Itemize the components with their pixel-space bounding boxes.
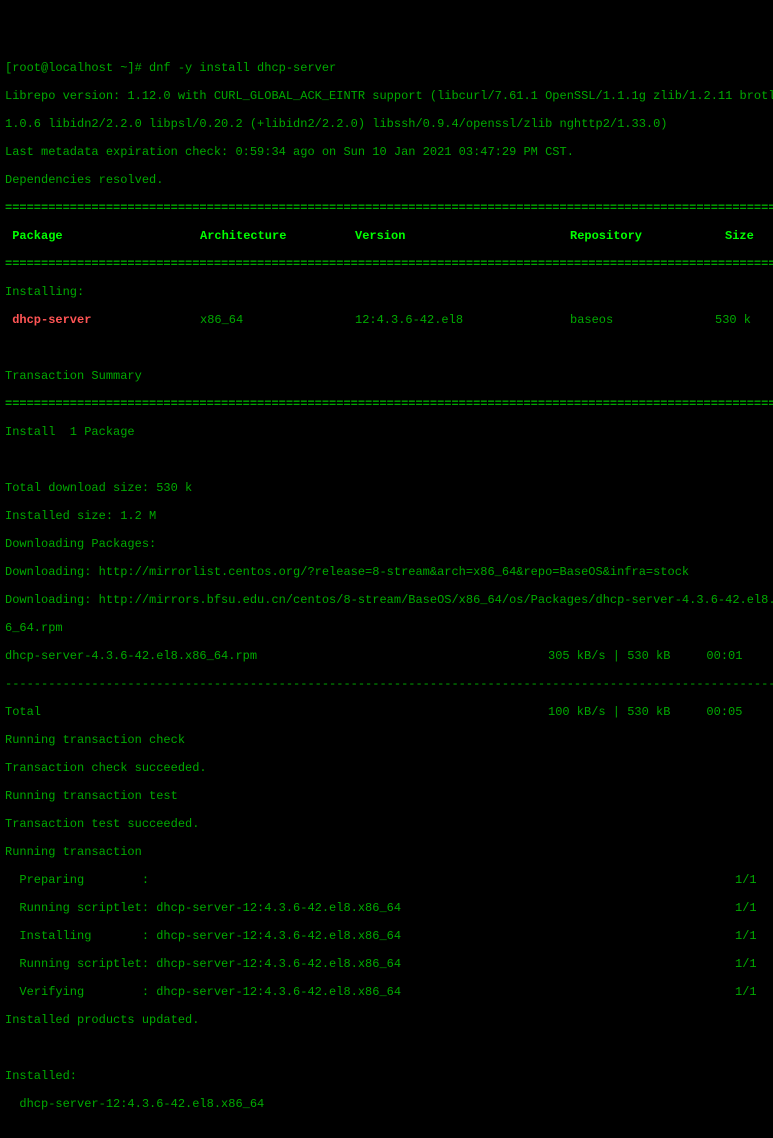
separator: ========================================…: [5, 397, 768, 411]
dl-packages: Downloading Packages:: [5, 537, 768, 551]
progress: 1/1: [735, 929, 757, 943]
dashed-separator: ----------------------------------------…: [5, 677, 768, 691]
progress: 1/1: [735, 901, 757, 915]
rpm-name: dhcp-server-4.3.6-42.el8.x86_64.rpm: [5, 649, 548, 663]
dl-size: Total download size: 530 k: [5, 481, 768, 495]
installed-pkg: dhcp-server-12:4.3.6-42.el8.x86_64: [5, 1097, 768, 1111]
verifying-row: Verifying : dhcp-server-12:4.3.6-42.el8.…: [5, 985, 768, 999]
pkg-repo: baseos: [570, 313, 715, 327]
hdr-version: Version: [355, 229, 570, 243]
pkg-version: 12:4.3.6-42.el8: [355, 313, 570, 327]
total-speed: 100 kB/s | 530 kB 00:05: [548, 705, 742, 719]
hdr-package: Package: [5, 229, 200, 243]
products-updated: Installed products updated.: [5, 1013, 768, 1027]
installing-label: Installing:: [5, 285, 768, 299]
total-label: Total: [5, 705, 548, 719]
preparing: Preparing :: [5, 873, 735, 887]
pkg-name: dhcp-server: [5, 313, 200, 327]
scriptlet-row-2: Running scriptlet: dhcp-server-12:4.3.6-…: [5, 957, 768, 971]
blank: [5, 341, 768, 355]
librepo-line-1: Librepo version: 1.12.0 with CURL_GLOBAL…: [5, 89, 768, 103]
run-txn: Running transaction: [5, 845, 768, 859]
installed-label: Installed:: [5, 1069, 768, 1083]
table-header: PackageArchitectureVersionRepositorySize: [5, 229, 768, 243]
dl-url-3: 6_64.rpm: [5, 621, 768, 635]
preparing-row: Preparing :1/1: [5, 873, 768, 887]
hdr-repo: Repository: [570, 229, 725, 243]
metadata-line: Last metadata expiration check: 0:59:34 …: [5, 145, 768, 159]
table-row: dhcp-serverx86_6412:4.3.6-42.el8baseos53…: [5, 313, 768, 327]
prompt-line: [root@localhost ~]# dnf -y install dhcp-…: [5, 61, 768, 75]
separator: ========================================…: [5, 257, 768, 271]
progress: 1/1: [735, 957, 757, 971]
progress: 1/1: [735, 873, 757, 887]
txn-summary: Transaction Summary: [5, 369, 768, 383]
txn-test-ok: Transaction test succeeded.: [5, 817, 768, 831]
txn-check-ok: Transaction check succeeded.: [5, 761, 768, 775]
dl-url-1: Downloading: http://mirrorlist.centos.or…: [5, 565, 768, 579]
installing-pkg: Installing : dhcp-server-12:4.3.6-42.el8…: [5, 929, 735, 943]
total-row: Total100 kB/s | 530 kB 00:05: [5, 705, 768, 719]
progress: 1/1: [735, 985, 757, 999]
install-count: Install 1 Package: [5, 425, 768, 439]
scriptlet-2: Running scriptlet: dhcp-server-12:4.3.6-…: [5, 957, 735, 971]
inst-size: Installed size: 1.2 M: [5, 509, 768, 523]
hdr-size: Size: [725, 229, 754, 243]
installing-row: Installing : dhcp-server-12:4.3.6-42.el8…: [5, 929, 768, 943]
pkg-size: 530 k: [715, 313, 751, 327]
blank: [5, 1125, 768, 1138]
pkg-arch: x86_64: [200, 313, 355, 327]
txn-check: Running transaction check: [5, 733, 768, 747]
scriptlet-row-1: Running scriptlet: dhcp-server-12:4.3.6-…: [5, 901, 768, 915]
blank: [5, 1041, 768, 1055]
blank: [5, 453, 768, 467]
resolved-line: Dependencies resolved.: [5, 173, 768, 187]
rpm-row: dhcp-server-4.3.6-42.el8.x86_64.rpm305 k…: [5, 649, 768, 663]
dl-url-2: Downloading: http://mirrors.bfsu.edu.cn/…: [5, 593, 768, 607]
txn-test: Running transaction test: [5, 789, 768, 803]
verifying: Verifying : dhcp-server-12:4.3.6-42.el8.…: [5, 985, 735, 999]
rpm-speed: 305 kB/s | 530 kB 00:01: [548, 649, 742, 663]
separator: ========================================…: [5, 201, 768, 215]
librepo-line-2: 1.0.6 libidn2/2.2.0 libpsl/0.20.2 (+libi…: [5, 117, 768, 131]
scriptlet-1: Running scriptlet: dhcp-server-12:4.3.6-…: [5, 901, 735, 915]
hdr-arch: Architecture: [200, 229, 355, 243]
